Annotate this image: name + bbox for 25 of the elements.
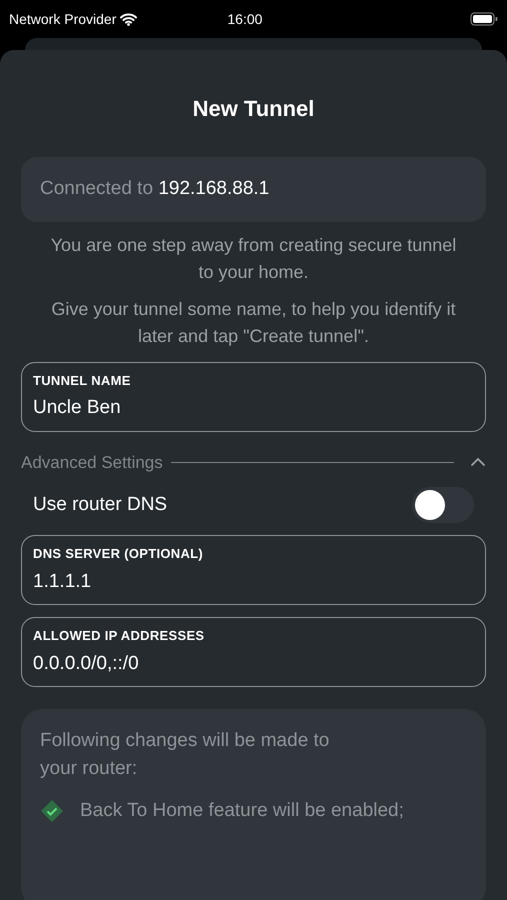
carrier-label: Network Provider xyxy=(9,10,116,28)
change-item: Back To Home feature will be enabled; xyxy=(80,799,404,823)
use-router-dns-label: Use router DNS xyxy=(33,492,168,517)
toggle-switch[interactable] xyxy=(412,487,474,523)
input-field[interactable]: 1.1.1.1 xyxy=(33,568,474,596)
chevron-icon[interactable] xyxy=(470,457,486,468)
instruction-text: Give your tunnel some name, to help you identify it later and tap "Create tunnel". xyxy=(50,298,457,348)
field-label: ALLOWED IP ADDRESSES xyxy=(33,627,206,645)
input-field[interactable]: 0.0.0.0/0,::/0 xyxy=(33,650,474,678)
sheet-title: New Tunnel xyxy=(192,95,316,123)
battery-icon xyxy=(470,12,498,26)
field-label: DNS SERVER (OPTIONAL) xyxy=(33,545,204,563)
text-field[interactable]: ALLOWED IP ADDRESSES 0.0.0.0/0,::/0 xyxy=(21,617,486,687)
input-field[interactable]: Uncle Ben xyxy=(33,394,474,422)
instruction-text: You are one step away from creating secure tunnel to your home. xyxy=(50,234,458,284)
clock: 16:00 xyxy=(227,10,262,28)
field-label: TUNNEL NAME xyxy=(33,372,132,390)
changes-heading: Following changes will be made to your router: xyxy=(40,729,330,781)
connection-label: Connected to xyxy=(40,178,154,199)
text-field[interactable]: DNS SERVER (OPTIONAL) 1.1.1.1 xyxy=(21,535,486,605)
wifi-icon xyxy=(120,12,138,26)
advanced-settings-label: Advanced Settings xyxy=(21,452,163,474)
text-field[interactable]: TUNNEL NAME Uncle Ben xyxy=(21,362,486,432)
check-icon xyxy=(40,799,64,824)
ip-address: 192.168.88.1 xyxy=(158,178,270,199)
